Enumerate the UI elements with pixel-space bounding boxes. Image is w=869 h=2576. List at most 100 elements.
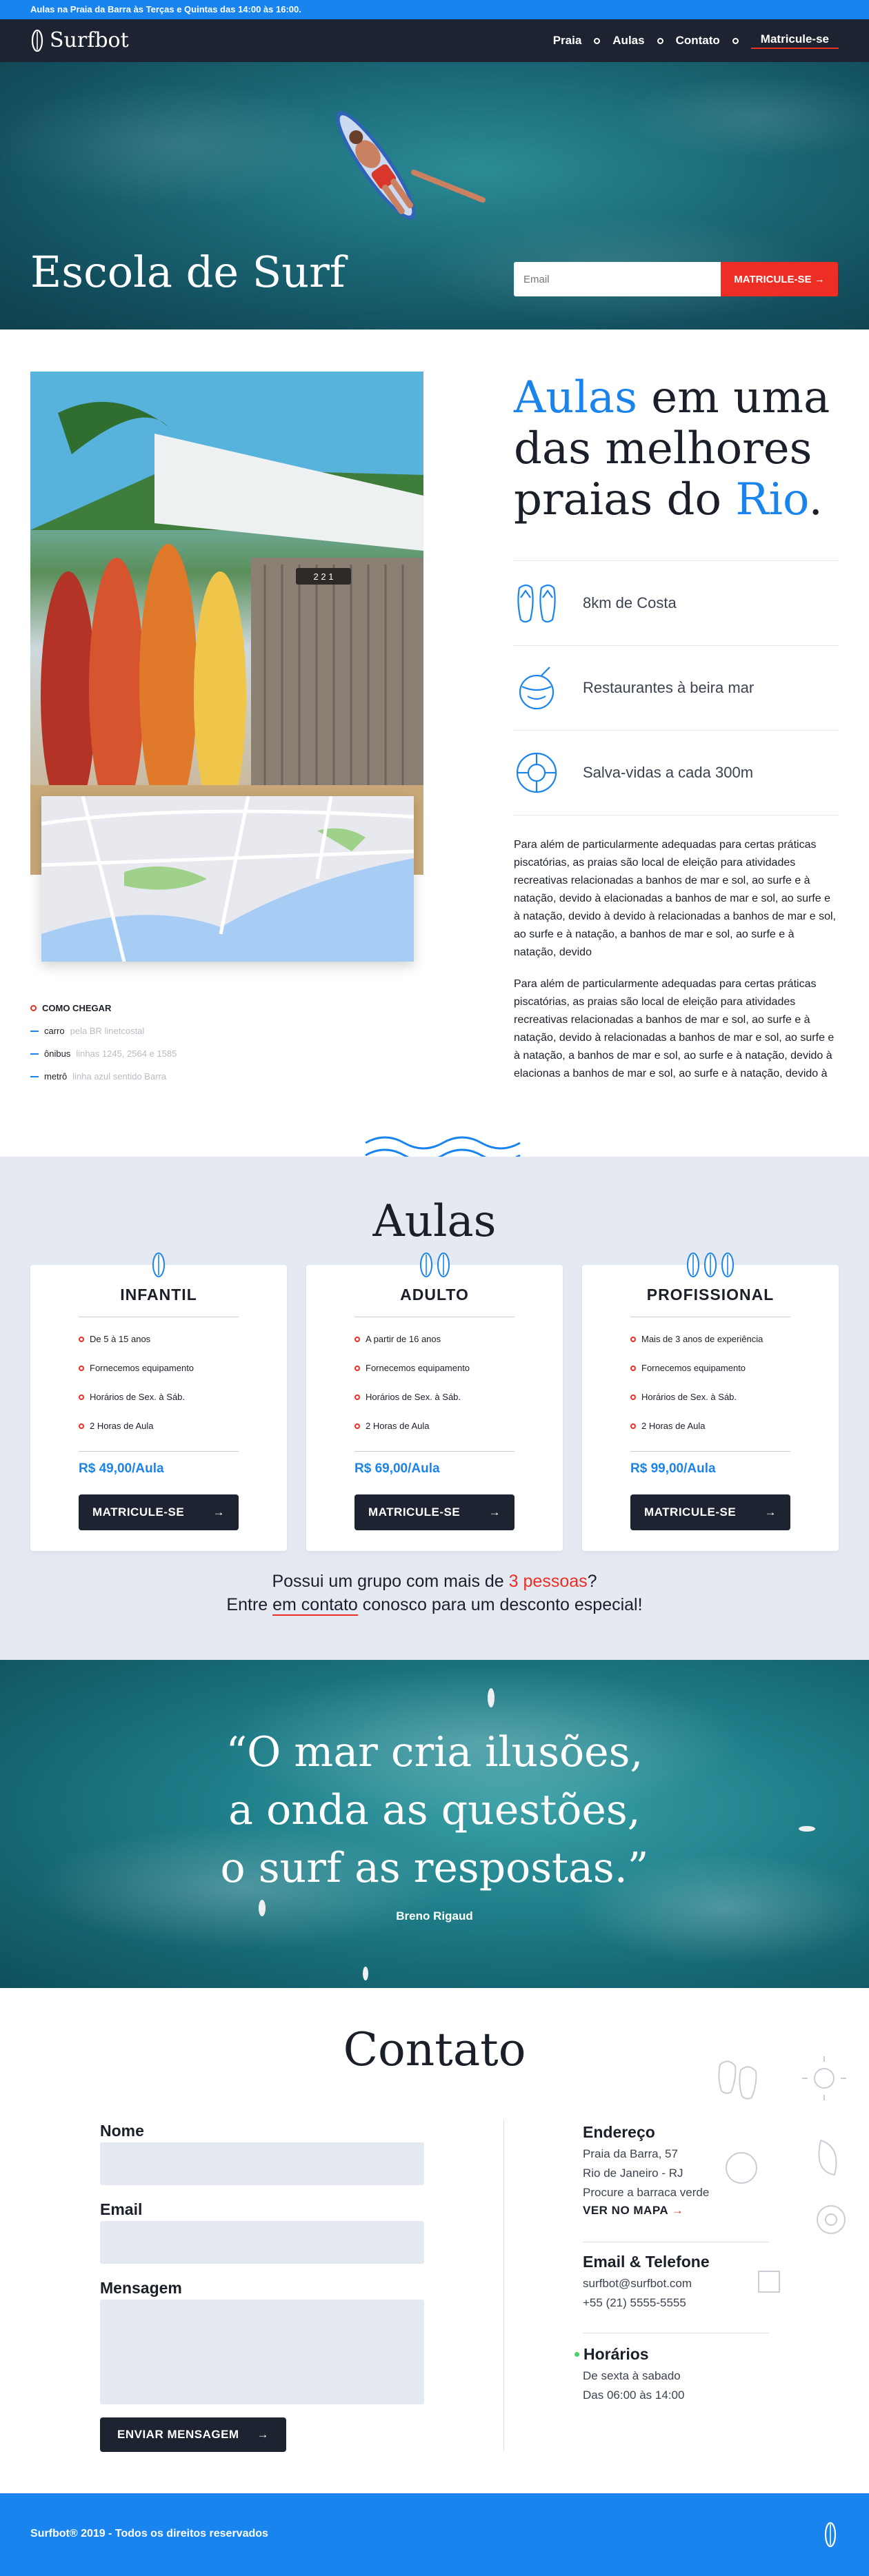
card-title: ADULTO (400, 1286, 469, 1304)
contact-link[interactable]: em contato (272, 1595, 358, 1616)
group-text: conosco para um desconto especial! (357, 1595, 643, 1614)
matricule-button[interactable]: MATRICULE-SE → (630, 1494, 790, 1530)
quote-line: “O mar cria ilusões, (226, 1728, 643, 1776)
nav-separator-dot (594, 37, 601, 44)
nav-link-contato[interactable]: Contato (666, 34, 730, 48)
surfboard-icon (721, 1252, 734, 1277)
card-price: R$ 49,00/Aula (79, 1461, 164, 1476)
feature-item: Restaurantes à beira mar (514, 645, 838, 730)
quote-author: Breno Rigaud (396, 1909, 473, 1923)
list-item-text: 2 Horas de Aula (641, 1421, 706, 1431)
list-item: 2 Horas de Aula (630, 1421, 763, 1431)
list-item: Horários de Sex. à Sáb. (630, 1392, 763, 1402)
beach-icons-decoration (718, 2056, 846, 2293)
how-to-mode: carro (44, 1026, 65, 1036)
lifebuoy-icon (516, 752, 557, 793)
message-label: Mensagem (100, 2279, 182, 2297)
button-label: MATRICULE-SE (644, 1505, 737, 1519)
hero-title: Escola de Surf (30, 247, 346, 297)
surfboard-icon (687, 1252, 699, 1277)
hero-signup-label: MATRICULE-SE (734, 273, 812, 285)
bullet-icon (354, 1336, 360, 1342)
send-message-button[interactable]: ENVIAR MENSAGEM → (100, 2417, 286, 2452)
surfboard-logo-icon (31, 29, 43, 52)
headline-end: . (808, 474, 823, 525)
list-item-text: Horários de Sex. à Sáb. (366, 1392, 461, 1402)
how-to-title: COMO CHEGAR (42, 1003, 112, 1013)
divider (630, 1451, 790, 1452)
announcement-text: Aulas na Praia da Barra às Terças e Quin… (30, 4, 301, 14)
bullet-icon (630, 1423, 636, 1429)
location-map[interactable] (41, 796, 414, 962)
message-textarea[interactable] (100, 2300, 424, 2404)
list-item-text: Fornecemos equipamento (641, 1363, 746, 1373)
nav-links: Praia Aulas Contato Matricule-se (543, 19, 839, 62)
list-item: De 5 à 15 anos (79, 1334, 194, 1344)
feature-label: Salva-vidas a cada 300m (583, 764, 754, 781)
list-item: 2 Horas de Aula (79, 1421, 194, 1431)
bullet-icon (79, 1336, 84, 1342)
aulas-title: Aulas (372, 1196, 497, 1247)
list-item: Fornecemos equipamento (630, 1363, 763, 1373)
logo[interactable]: Surfbot (30, 28, 129, 52)
dash-icon (30, 1053, 39, 1055)
list-item: Fornecemos equipamento (354, 1363, 470, 1373)
contact-email: surfbot@surfbot.com (583, 2277, 692, 2290)
coconut-drink-icon (519, 667, 555, 710)
navbar: Surfbot Praia Aulas Contato Matricule-se (0, 19, 869, 62)
address-line: Praia da Barra, 57 (583, 2147, 678, 2160)
surfboard-icon (152, 1252, 165, 1277)
card-price: R$ 99,00/Aula (630, 1461, 716, 1476)
dash-icon (30, 1075, 39, 1077)
arrow-right-icon: → (671, 2204, 684, 2217)
map-link-label: VER NO MAPA (583, 2204, 668, 2217)
map-link[interactable]: VER NO MAPA → (583, 2204, 709, 2218)
class-card-adulto: ADULTO A partir de 16 anos Fornecemos eq… (306, 1252, 563, 1551)
nav-link-aulas[interactable]: Aulas (603, 34, 654, 48)
list-item-text: Mais de 3 anos de experiência (641, 1334, 763, 1344)
about-headline: Aulas em uma das melhores praias do Rio. (514, 372, 845, 525)
headline-blue-word: Rio (735, 474, 809, 525)
flip-flops-icon (517, 584, 556, 623)
about-paragraph: Para além de particularmente adequadas p… (514, 839, 836, 958)
arrow-right-icon: → (257, 2428, 269, 2441)
class-card-infantil: INFANTIL De 5 à 15 anos Fornecemos equip… (30, 1252, 287, 1551)
nav-separator-dot (732, 37, 739, 44)
address-block: Endereço Praia da Barra, 57 Rio de Janei… (583, 2123, 709, 2218)
list-item-text: Fornecemos equipamento (366, 1363, 470, 1373)
hero-email-input[interactable] (514, 262, 721, 296)
button-label: ENVIAR MENSAGEM (117, 2428, 239, 2441)
card-title: PROFISSIONAL (646, 1286, 775, 1304)
divider (354, 1451, 515, 1452)
list-item: Fornecemos equipamento (79, 1363, 194, 1373)
name-input[interactable] (100, 2142, 424, 2185)
list-item: Horários de Sex. à Sáb. (354, 1392, 470, 1402)
surfboard-icon (704, 1252, 717, 1277)
list-item-text: 2 Horas de Aula (366, 1421, 430, 1431)
list-item-text: De 5 à 15 anos (90, 1334, 151, 1344)
hero-signup-button[interactable]: MATRICULE-SE → (721, 262, 838, 296)
bullet-icon (354, 1394, 360, 1400)
how-to-detail: pela BR linetcostal (70, 1026, 145, 1036)
nav-link-praia[interactable]: Praia (543, 34, 592, 48)
surfboard-logo-icon (824, 2522, 837, 2548)
headline-blue-word: Aulas (514, 372, 637, 423)
address-line: Rio de Janeiro - RJ (583, 2167, 683, 2180)
vertical-divider (503, 2120, 504, 2451)
address-line: Procure a barraca verde (583, 2186, 710, 2199)
quote-text: “O mar cria ilusões, a onda as questões,… (0, 1723, 869, 1897)
list-item-text: Fornecemos equipamento (90, 1363, 194, 1373)
nav-link-matricule[interactable]: Matricule-se (750, 32, 839, 49)
class-card-profissional: PROFISSIONAL Mais de 3 anos de experiênc… (582, 1252, 839, 1551)
quote-line: o surf as respostas.” (220, 1844, 649, 1892)
list-item: Mais de 3 anos de experiência (630, 1334, 763, 1344)
email-input[interactable] (100, 2221, 424, 2264)
bullet-icon (354, 1365, 360, 1371)
list-item-text: 2 Horas de Aula (90, 1421, 154, 1431)
matricule-button[interactable]: MATRICULE-SE → (79, 1494, 239, 1530)
list-item-text: A partir de 16 anos (366, 1334, 441, 1344)
matricule-button[interactable]: MATRICULE-SE → (354, 1494, 515, 1530)
logo-text: Surfbot (50, 28, 129, 52)
bullet-icon (79, 1423, 84, 1429)
bullet-icon (354, 1423, 360, 1429)
